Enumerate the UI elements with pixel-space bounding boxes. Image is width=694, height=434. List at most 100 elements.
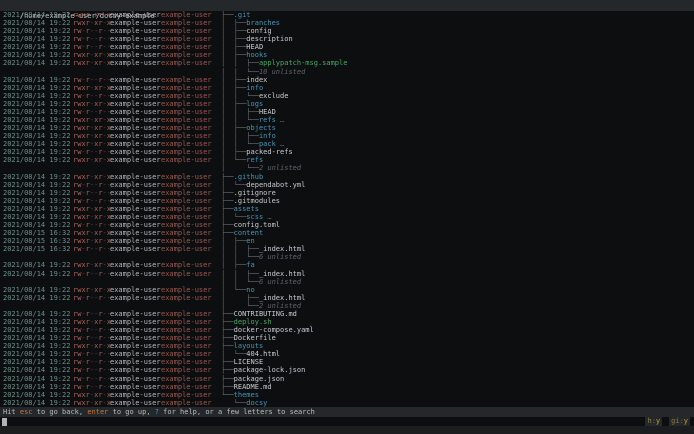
- tree-row[interactable]: 2021/08/14 19:22 rwxr-xr-x example-user exa…: [0, 59, 694, 67]
- file-name[interactable]: HEAD: [259, 108, 276, 116]
- tree-row[interactable]: 2021/08/14 19:22 rw-r--r-- example-user exa…: [0, 76, 694, 84]
- tree-row[interactable]: 2021/08/14 19:22 rw-r--r-- example-user exa…: [0, 326, 694, 334]
- tree-row[interactable]: 2021/08/14 19:22 rw-r--r-- example-user exa…: [0, 189, 694, 197]
- tree-row[interactable]: │ │ └──6 unlisted: [0, 278, 694, 286]
- directory-name[interactable]: content: [234, 229, 264, 237]
- tree-row[interactable]: 2021/08/14 19:22 rw-r--r-- example-user exa…: [0, 27, 694, 35]
- directory-name[interactable]: assets: [234, 205, 259, 213]
- tree-row[interactable]: 2021/08/14 19:22 rwxr-xr-x example-user exa…: [0, 19, 694, 27]
- directory-name[interactable]: layouts: [234, 342, 264, 350]
- tree-row[interactable]: 2021/08/14 19:22 rw-r--r-- example-user exa…: [0, 197, 694, 205]
- file-name[interactable]: _index.html: [259, 270, 305, 278]
- tree-row[interactable]: 2021/08/14 19:22 rw-r--r-- example-user exa…: [0, 148, 694, 156]
- tree-row[interactable]: 2021/08/14 19:22 rw-r--r-- example-user exa…: [0, 334, 694, 342]
- tree-entry: │ │ ├──_index.html: [221, 245, 305, 253]
- file-name[interactable]: index: [246, 76, 267, 84]
- tree-row[interactable]: │ │ └──10 unlisted: [0, 68, 694, 76]
- tree-row[interactable]: 2021/08/14 19:22 rwxr-xr-x example-user exa…: [0, 11, 694, 19]
- file-name[interactable]: _index.html: [259, 294, 305, 302]
- tree-row[interactable]: │ └──2 unlisted: [0, 302, 694, 310]
- directory-name[interactable]: objects: [246, 124, 276, 132]
- tree-row[interactable]: 2021/08/14 19:22 rw-r--r-- example-user exa…: [0, 92, 694, 100]
- file-name[interactable]: HEAD: [246, 43, 263, 51]
- tree-row[interactable]: 2021/08/14 19:22 rwxr-xr-x example-user exa…: [0, 84, 694, 92]
- tree-row[interactable]: 2021/08/14 19:22 rwxr-xr-x example-user exa…: [0, 399, 694, 407]
- directory-name[interactable]: docsy: [246, 399, 267, 407]
- tree-row[interactable]: 2021/08/14 19:22 rw-r--r-- example-user exa…: [0, 350, 694, 358]
- tree-row[interactable]: 2021/08/14 19:22 rw-r--r-- example-user exa…: [0, 270, 694, 278]
- file-name[interactable]: .gitmodules: [234, 197, 280, 205]
- search-input-line[interactable]: h:y gi:y: [0, 417, 694, 426]
- directory-name[interactable]: themes: [234, 391, 259, 399]
- directory-name[interactable]: pack: [259, 140, 276, 148]
- file-name[interactable]: packed-refs: [246, 148, 292, 156]
- tree-row[interactable]: 2021/08/14 19:22 rwxr-xr-x example-user exa…: [0, 213, 694, 221]
- tree-row[interactable]: 2021/08/14 19:22 rw-r--r-- example-user exa…: [0, 358, 694, 366]
- file-name[interactable]: exclude: [259, 92, 289, 100]
- tree-row[interactable]: 2021/08/15 16:32 rw-r--r-- example-user exa…: [0, 245, 694, 253]
- tree-row[interactable]: │ │ └──6 unlisted: [0, 253, 694, 261]
- tree-row[interactable]: 2021/08/15 16:32 rwxr-xr-x example-user exa…: [0, 229, 694, 237]
- directory-name[interactable]: hooks: [246, 51, 267, 59]
- directory-name[interactable]: .github: [234, 173, 264, 181]
- tree-branch-lines: │ ├──: [221, 124, 247, 133]
- tree-row[interactable]: 2021/08/14 19:22 rwxr-xr-x example-user exa…: [0, 261, 694, 269]
- file-name[interactable]: description: [246, 35, 292, 43]
- directory-name[interactable]: .git: [234, 11, 251, 19]
- executable-file-name[interactable]: applypatch-msg.sample: [259, 59, 348, 67]
- directory-name[interactable]: logs: [246, 100, 263, 108]
- tree-row[interactable]: 2021/08/14 19:22 rwxr-xr-x example-user exa…: [0, 173, 694, 181]
- tree-row[interactable]: 2021/08/14 19:22 rwxr-xr-x example-user exa…: [0, 132, 694, 140]
- directory-name[interactable]: branches: [246, 19, 280, 27]
- tree-row[interactable]: 2021/08/14 19:22 rw-r--r-- example-user exa…: [0, 383, 694, 391]
- tree-row[interactable]: 2021/08/14 19:22 rw-r--r-- example-user exa…: [0, 108, 694, 116]
- tree-row[interactable]: 2021/08/14 19:22 rwxr-xr-x example-user exa…: [0, 318, 694, 326]
- file-name[interactable]: Dockerfile: [234, 334, 276, 342]
- directory-name[interactable]: fa: [246, 261, 254, 269]
- tree-row[interactable]: 2021/08/14 19:22 rw-r--r-- example-user exa…: [0, 294, 694, 302]
- executable-file-name[interactable]: deploy.sh: [234, 318, 272, 326]
- tree-branch-lines: │ │ └──: [221, 116, 259, 125]
- tree-row[interactable]: 2021/08/14 19:22 rwxr-xr-x example-user exa…: [0, 140, 694, 148]
- permissions: rw-r--r--: [73, 91, 111, 100]
- directory-name[interactable]: en: [246, 237, 254, 245]
- tree-row[interactable]: 2021/08/14 19:22 rw-r--r-- example-user exa…: [0, 310, 694, 318]
- file-name[interactable]: config.toml: [234, 221, 280, 229]
- file-name[interactable]: docker-compose.yaml: [234, 326, 314, 334]
- file-name[interactable]: package.json: [234, 375, 285, 383]
- modified-date: 2021/08/14 19:22: [3, 35, 71, 44]
- directory-name[interactable]: refs: [246, 156, 263, 164]
- directory-name[interactable]: info: [246, 84, 263, 92]
- tree-row[interactable]: 2021/08/14 19:22 rwxr-xr-x example-user exa…: [0, 286, 694, 294]
- directory-name[interactable]: no: [246, 286, 254, 294]
- directory-name[interactable]: info: [259, 132, 276, 140]
- directory-name[interactable]: refs: [259, 116, 276, 124]
- tree-row[interactable]: 2021/08/14 19:22 rw-r--r-- example-user exa…: [0, 366, 694, 374]
- file-name[interactable]: LICENSE: [234, 358, 264, 366]
- file-name[interactable]: package-lock.json: [234, 366, 306, 374]
- file-name[interactable]: dependabot.yml: [246, 181, 305, 189]
- file-name[interactable]: .gitignore: [234, 189, 276, 197]
- tree-row[interactable]: 2021/08/14 19:22 rw-r--r-- example-user exa…: [0, 35, 694, 43]
- tree-row[interactable]: │ └──2 unlisted: [0, 164, 694, 172]
- tree-row[interactable]: 2021/08/14 19:22 rwxr-xr-x example-user exa…: [0, 116, 694, 124]
- tree-row[interactable]: 2021/08/14 19:22 rwxr-xr-x example-user exa…: [0, 156, 694, 164]
- file-name[interactable]: CONTRIBUTING.md: [234, 310, 297, 318]
- file-name[interactable]: 404.html: [246, 350, 280, 358]
- tree-row[interactable]: 2021/08/14 19:22 rwxr-xr-x example-user exa…: [0, 51, 694, 59]
- tree-row[interactable]: 2021/08/14 19:22 rw-r--r-- example-user exa…: [0, 43, 694, 51]
- tree-row[interactable]: 2021/08/14 19:22 rwxr-xr-x example-user exa…: [0, 391, 694, 399]
- tree-row[interactable]: 2021/08/14 19:22 rw-r--r-- example-user exa…: [0, 221, 694, 229]
- root-path-bar[interactable]: /home/example-user/docsy-example: [0, 0, 694, 20]
- tree-row[interactable]: 2021/08/14 19:22 rwxr-xr-x example-user exa…: [0, 342, 694, 350]
- tree-row[interactable]: 2021/08/14 19:22 rw-r--r-- example-user exa…: [0, 181, 694, 189]
- tree-row[interactable]: 2021/08/14 19:22 rwxr-xr-x example-user exa…: [0, 124, 694, 132]
- directory-name[interactable]: scss: [246, 213, 263, 221]
- tree-row[interactable]: 2021/08/14 19:22 rwxr-xr-x example-user exa…: [0, 100, 694, 108]
- tree-row[interactable]: 2021/08/15 16:32 rwxr-xr-x example-user exa…: [0, 237, 694, 245]
- tree-row[interactable]: 2021/08/14 19:22 rwxr-xr-x example-user exa…: [0, 205, 694, 213]
- tree-row[interactable]: 2021/08/14 19:22 rw-r--r-- example-user exa…: [0, 375, 694, 383]
- file-name[interactable]: README.md: [234, 383, 272, 391]
- file-name[interactable]: _index.html: [259, 245, 305, 253]
- file-name[interactable]: config: [246, 27, 271, 35]
